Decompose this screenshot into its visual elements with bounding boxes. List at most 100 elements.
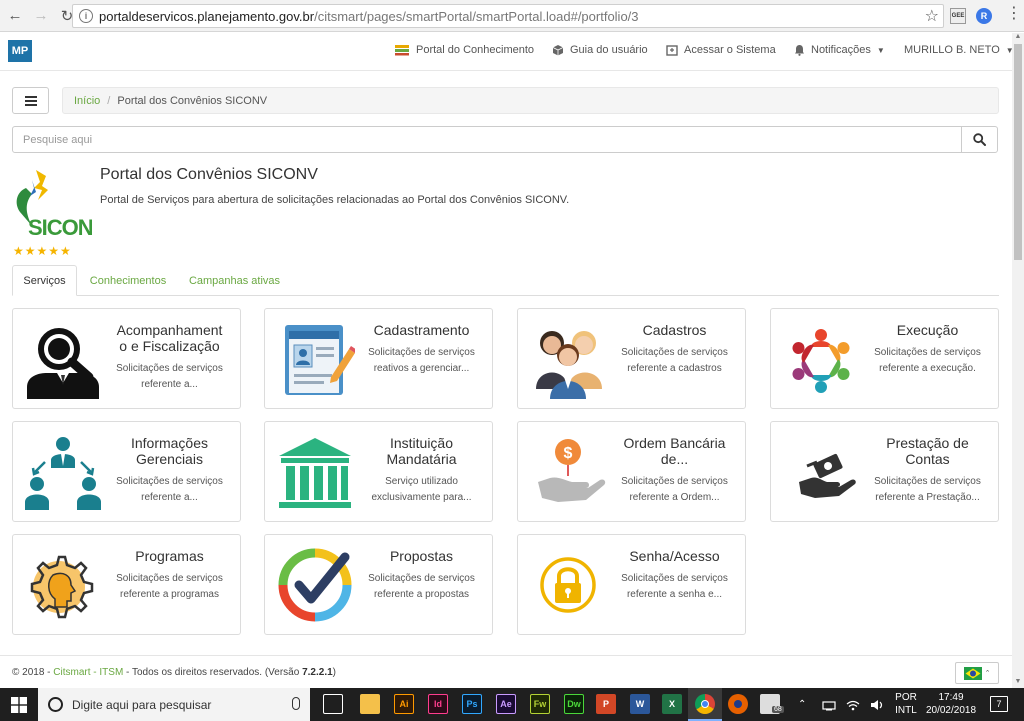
service-card-ordem-bancaria[interactable]: $ Ordem Bancária de... Solicitações de se…: [517, 421, 746, 522]
service-card-propostas[interactable]: Propostas Solicitações de serviços refere…: [264, 534, 493, 635]
windows-start-button[interactable]: [0, 688, 38, 721]
after-effects-icon[interactable]: Ae: [496, 694, 516, 714]
card-description: Solicitações de serviços referente a senh…: [621, 573, 728, 600]
extension-icon[interactable]: GEE: [950, 8, 966, 24]
back-arrow-icon[interactable]: ←: [4, 5, 26, 27]
card-title: Programas: [135, 548, 204, 564]
hamburger-line: [24, 103, 37, 106]
tray-volume-icon[interactable]: [870, 688, 884, 721]
service-card-senha-acesso[interactable]: Senha/Acesso Solicitações de serviços ref…: [517, 534, 746, 635]
nav-label: Notificações: [811, 44, 871, 56]
scroll-down-icon[interactable]: ▼: [1012, 678, 1024, 688]
nav-label: Guia do usuário: [570, 44, 648, 56]
nav-portal-conhecimento[interactable]: Portal do Conhecimento: [394, 44, 534, 56]
nav-notificacoes[interactable]: Notificações ▼: [794, 44, 885, 56]
hand-coin-icon: $: [538, 439, 606, 502]
system-clock[interactable]: 17:49 20/02/2018: [922, 691, 980, 717]
windows-logo-icon: [11, 696, 27, 713]
card-title: Cadastramento: [373, 322, 470, 338]
tab-campanhas-ativas[interactable]: Campanhas ativas: [182, 265, 287, 296]
language-select[interactable]: ⌃: [955, 662, 999, 684]
taskbar-search-placeholder: Digite aqui para pesquisar: [72, 697, 212, 712]
padlock-icon: [540, 557, 596, 613]
breadcrumb-separator: /: [107, 94, 111, 107]
nav-guia-usuario[interactable]: Guia do usuário: [552, 44, 648, 56]
card-title: Informações Gerenciais: [130, 435, 209, 467]
breadcrumb-home-link[interactable]: Início: [74, 95, 100, 107]
service-card-acompanhamento[interactable]: Acompanhament o e Fiscalização Solicitaçõ…: [12, 308, 241, 409]
firefox-icon[interactable]: [728, 694, 748, 714]
service-card-prestacao-contas[interactable]: Prestação de Contas Solicitações de servi…: [770, 421, 999, 522]
input-language[interactable]: POR INTL: [893, 691, 919, 717]
fireworks-icon[interactable]: Fw: [530, 694, 550, 714]
package-icon: [552, 45, 564, 56]
service-card-cadastramento[interactable]: Cadastramento Solicitações de serviços re…: [264, 308, 493, 409]
nav-user-menu[interactable]: MURILLO B. NETO ▼: [904, 44, 1014, 56]
card-description: Solicitações de serviços referente a...: [116, 363, 223, 390]
card-description: Solicitações de serviços referente a...: [116, 476, 223, 503]
footer-company-link[interactable]: Citsmart - ITSM: [53, 667, 123, 678]
checkmark-circle-icon: [278, 548, 352, 622]
page-title: Portal dos Convênios SICONV: [100, 166, 318, 183]
caret-up-icon: ⌃: [984, 670, 991, 677]
microphone-icon[interactable]: [292, 697, 300, 710]
chrome-icon[interactable]: [695, 694, 715, 714]
people-group-icon: [536, 331, 602, 399]
service-card-instituicao-mandataria[interactable]: Instituição Mandatária Serviço utilizado e…: [264, 421, 493, 522]
powerpoint-icon[interactable]: P: [596, 694, 616, 714]
card-title: Prestação de Contas: [886, 435, 969, 467]
browser-menu-icon[interactable]: ⋮: [1006, 6, 1022, 22]
store-badge: 68: [772, 706, 784, 713]
cortana-icon: [48, 697, 63, 712]
dreamweaver-icon[interactable]: Dw: [564, 694, 584, 714]
excel-icon[interactable]: X: [662, 694, 682, 714]
photoshop-icon[interactable]: Ps: [462, 694, 482, 714]
task-view-icon[interactable]: [323, 694, 343, 714]
hierarchy-people-icon: [25, 437, 101, 510]
windows-taskbar: Digite aqui para pesquisar Ai Id Ps Ae F…: [0, 688, 1024, 721]
search-button[interactable]: [961, 126, 998, 153]
menu-toggle-button[interactable]: [12, 87, 49, 114]
card-description: Solicitações de serviços referente a Orde…: [621, 476, 728, 503]
indesign-icon[interactable]: Id: [428, 694, 448, 714]
search-input[interactable]: Pesquise aqui: [12, 126, 962, 153]
service-card-informacoes-gerenciais[interactable]: Informações Gerenciais Solicitações de se…: [12, 421, 241, 522]
service-card-execucao[interactable]: Execução Solicitações de serviços referen…: [770, 308, 999, 409]
hamburger-line: [24, 99, 37, 102]
nav-label: Portal do Conhecimento: [416, 44, 535, 56]
word-icon[interactable]: W: [630, 694, 650, 714]
action-center-icon[interactable]: 7: [990, 696, 1008, 712]
service-card-programas[interactable]: Programas Solicitações de serviços refere…: [12, 534, 241, 635]
tab-conhecimentos[interactable]: Conhecimentos: [82, 265, 174, 296]
card-title: Ordem Bancária de...: [623, 435, 726, 467]
tab-servicos[interactable]: Serviços: [12, 265, 77, 296]
breadcrumb-current: Portal dos Convênios SICONV: [117, 94, 268, 107]
mp-logo[interactable]: MP: [8, 40, 32, 62]
card-title: Senha/Acesso: [629, 548, 720, 564]
hamburger-line: [24, 95, 37, 98]
taskbar-search-input[interactable]: Digite aqui para pesquisar: [38, 688, 310, 721]
nav-acessar-sistema[interactable]: Acessar o Sistema: [666, 44, 776, 56]
info-icon[interactable]: i: [79, 9, 93, 23]
card-description: Solicitações de serviços reativos a geren…: [368, 347, 475, 374]
siconv-logo: SICONV: [12, 166, 109, 244]
magnifier-person-icon: [27, 328, 99, 399]
brazil-flag-icon: [963, 666, 982, 680]
breadcrumb: Início / Portal dos Convênios SICONV: [62, 87, 999, 114]
caret-down-icon: ▼: [876, 45, 885, 55]
bookmark-star-icon[interactable]: ☆: [925, 6, 939, 26]
tray-chevron-up-icon[interactable]: ⌃: [798, 688, 806, 721]
service-card-cadastros[interactable]: Cadastros Solicitações de serviços refere…: [517, 308, 746, 409]
extension-profile-icon[interactable]: R: [976, 8, 992, 24]
scrollbar-thumb[interactable]: [1014, 44, 1022, 260]
address-bar[interactable]: i portaldeservicos.planejamento.gov.br/c…: [72, 4, 944, 28]
file-explorer-icon[interactable]: [360, 694, 380, 714]
tray-network-icon[interactable]: [822, 688, 836, 721]
tray-wifi-icon[interactable]: [846, 688, 860, 721]
page-footer: © 2018 - Citsmart - ITSM - Todos os dire…: [0, 655, 1012, 688]
forward-arrow-icon[interactable]: →: [30, 5, 52, 27]
rating-stars: ★★★★★: [13, 244, 72, 258]
top-navbar: MP Portal do Conhecimento Guia do usuári…: [0, 33, 1014, 71]
illustrator-icon[interactable]: Ai: [394, 694, 414, 714]
scroll-up-icon[interactable]: ▲: [1012, 33, 1024, 43]
